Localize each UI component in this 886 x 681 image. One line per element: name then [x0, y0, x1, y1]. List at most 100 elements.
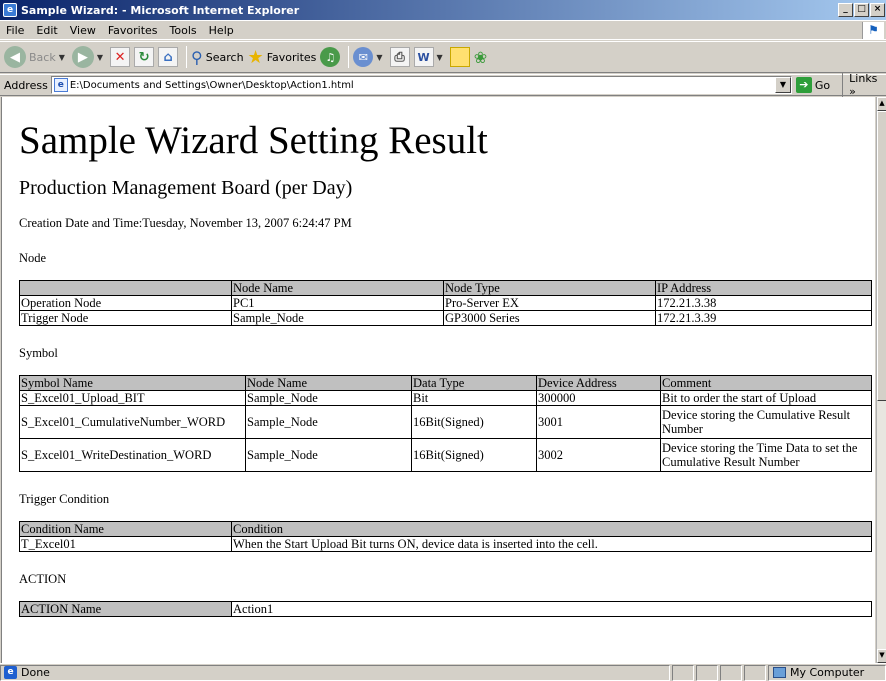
- menu-tools[interactable]: Tools: [164, 24, 203, 37]
- table-cell: 300000: [536, 390, 661, 406]
- table-cell: S_Excel01_WriteDestination_WORD: [19, 438, 246, 472]
- table-row: Trigger Node Sample_Node GP3000 Series 1…: [19, 310, 872, 326]
- refresh-icon: ↻: [134, 47, 155, 67]
- menu-edit[interactable]: Edit: [30, 24, 63, 37]
- table-header-cell: Symbol Name: [19, 375, 246, 391]
- favorites-label: Favorites: [266, 50, 317, 64]
- back-button[interactable]: ◀ Back ▼: [4, 46, 68, 68]
- print-icon: ⎙: [389, 47, 410, 67]
- stop-button[interactable]: ✕: [110, 47, 131, 67]
- toolbar-separator: [348, 46, 350, 68]
- forward-dropdown-icon[interactable]: ▼: [97, 53, 103, 62]
- close-button[interactable]: ×: [870, 3, 885, 17]
- table-cell: Device storing the Time Data to set the …: [660, 438, 872, 472]
- menu-file[interactable]: File: [0, 24, 30, 37]
- trigger-table: Condition Name Condition T_Excel01 When …: [19, 521, 872, 552]
- toolbar: ◀ Back ▼ ▶ ▼ ✕ ↻ ⌂ ⚲ Search ★ Favorites …: [0, 41, 886, 73]
- table-cell: Bit: [411, 390, 537, 406]
- menu-favorites[interactable]: Favorites: [102, 24, 164, 37]
- status-text: Done: [21, 666, 50, 679]
- table-row: S_Excel01_CumulativeNumber_WORD Sample_N…: [19, 405, 872, 439]
- table-cell: Sample_Node: [245, 438, 412, 472]
- forward-arrow-icon: ▶: [71, 46, 94, 68]
- symbol-section-label: Symbol: [19, 346, 58, 360]
- home-icon: ⌂: [158, 47, 179, 67]
- scroll-down-button[interactable]: ▼: [877, 649, 886, 663]
- address-label: Address: [4, 78, 48, 92]
- mail-button[interactable]: ✉ ▼: [353, 47, 385, 67]
- maximize-button[interactable]: □: [854, 3, 869, 17]
- table-header-row: Node Name Node Type IP Address: [19, 280, 872, 296]
- table-header-cell: Data Type: [411, 375, 537, 391]
- edit-dropdown-icon[interactable]: ▼: [437, 53, 443, 62]
- status-bar: e Done My Computer: [0, 663, 886, 681]
- table-row: S_Excel01_Upload_BIT Sample_Node Bit 300…: [19, 390, 872, 406]
- go-arrow-icon: ➔: [795, 77, 812, 93]
- action-table: ACTION Name Action1: [19, 601, 872, 617]
- window-title: Sample Wizard: - Microsoft Internet Expl…: [21, 3, 300, 17]
- discuss-button[interactable]: [449, 47, 470, 67]
- table-cell: Sample_Node: [231, 310, 444, 326]
- menu-view[interactable]: View: [64, 24, 102, 37]
- ie-app-icon: e: [3, 3, 17, 17]
- page-subtitle: Production Management Board (per Day): [19, 177, 353, 199]
- windows-logo-icon: ⚑: [862, 22, 884, 39]
- back-label: Back: [29, 50, 56, 64]
- zone-label: My Computer: [790, 666, 865, 679]
- address-bar: Address e E:\Documents and Settings\Owne…: [0, 72, 886, 98]
- mail-dropdown-icon[interactable]: ▼: [376, 53, 382, 62]
- go-label: Go: [814, 78, 831, 92]
- edit-button[interactable]: W ▼: [413, 47, 446, 67]
- table-cell: Action1: [231, 601, 872, 617]
- print-button[interactable]: ⎙: [389, 47, 410, 67]
- minimize-button[interactable]: _: [838, 3, 853, 17]
- table-cell: Bit to order the start of Upload: [660, 390, 872, 406]
- table-header-cell: Node Type: [443, 280, 656, 296]
- address-url: E:\Documents and Settings\Owner\Desktop\…: [69, 79, 354, 91]
- vertical-scrollbar[interactable]: ▲ ▼: [876, 97, 886, 663]
- ie-page-icon: e: [4, 666, 17, 679]
- address-dropdown-icon[interactable]: ▼: [774, 77, 791, 93]
- back-dropdown-icon[interactable]: ▼: [59, 53, 65, 62]
- table-cell: 172.21.3.39: [655, 310, 872, 326]
- my-computer-icon: [773, 667, 786, 678]
- table-row: S_Excel01_WriteDestination_WORD Sample_N…: [19, 438, 872, 472]
- scroll-thumb[interactable]: [877, 111, 886, 401]
- table-header-cell: Condition: [231, 521, 872, 537]
- status-pane: [696, 664, 718, 681]
- table-cell: S_Excel01_Upload_BIT: [19, 390, 246, 406]
- search-icon: ⚲: [191, 47, 203, 67]
- search-button[interactable]: ⚲ Search: [191, 48, 244, 67]
- menu-bar: File Edit View Favorites Tools Help ⚑: [0, 20, 886, 40]
- table-cell: Device storing the Cumulative Result Num…: [660, 405, 872, 439]
- page-title: Sample Wizard Setting Result: [19, 119, 488, 162]
- address-input[interactable]: e E:\Documents and Settings\Owner\Deskto…: [50, 76, 792, 94]
- links-button[interactable]: Links »: [842, 72, 886, 98]
- status-pane: [672, 664, 694, 681]
- table-cell: 16Bit(Signed): [411, 405, 537, 439]
- back-arrow-icon: ◀: [4, 46, 26, 68]
- table-cell: 3001: [536, 405, 661, 439]
- table-row: Operation Node PC1 Pro-Server EX 172.21.…: [19, 295, 872, 311]
- table-cell: Pro-Server EX: [443, 295, 656, 311]
- scroll-up-button[interactable]: ▲: [877, 97, 886, 111]
- media-icon: ♫: [320, 47, 341, 67]
- home-button[interactable]: ⌂: [158, 47, 179, 67]
- messenger-button[interactable]: ❀: [474, 48, 487, 67]
- menu-help[interactable]: Help: [203, 24, 240, 37]
- table-cell: T_Excel01: [19, 536, 232, 552]
- page-content: Sample Wizard Setting Result Production …: [1, 97, 875, 663]
- page-icon: e: [53, 78, 68, 92]
- favorites-button[interactable]: ★ Favorites: [248, 47, 317, 68]
- table-cell: S_Excel01_CumulativeNumber_WORD: [19, 405, 246, 439]
- table-cell: 172.21.3.38: [655, 295, 872, 311]
- table-header-row: Condition Name Condition: [19, 521, 872, 537]
- messenger-icon: ❀: [473, 47, 488, 67]
- refresh-button[interactable]: ↻: [134, 47, 155, 67]
- search-label: Search: [205, 50, 244, 64]
- go-button[interactable]: ➔ Go: [795, 77, 831, 93]
- media-button[interactable]: ♫: [320, 47, 341, 67]
- trigger-section-label: Trigger Condition: [19, 492, 110, 506]
- forward-button[interactable]: ▶ ▼: [71, 46, 106, 68]
- table-cell: Operation Node: [19, 295, 232, 311]
